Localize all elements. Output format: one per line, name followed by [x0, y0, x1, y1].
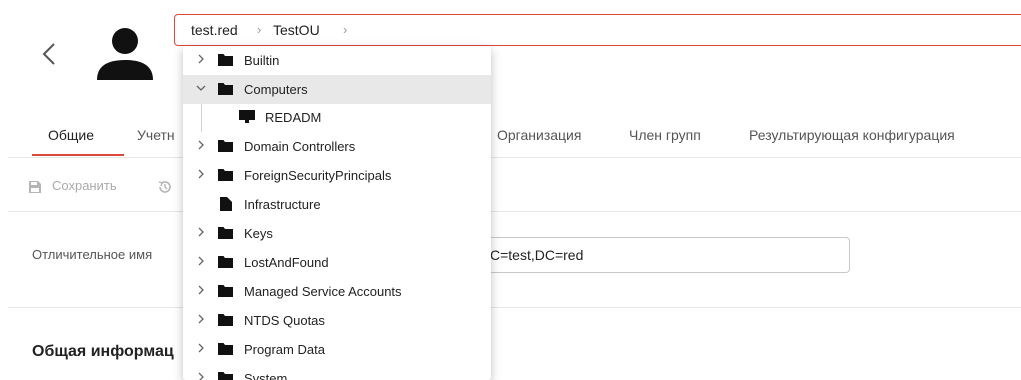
- tree-item-label: REDADM: [265, 110, 322, 125]
- tree-item-label: Domain Controllers: [244, 139, 356, 154]
- active-tab-indicator: [32, 154, 124, 156]
- folder-icon: [218, 140, 233, 152]
- tree-item[interactable]: REDADM: [183, 103, 491, 132]
- breadcrumb-chevron-icon: ›: [257, 22, 262, 37]
- folder-icon: [218, 343, 233, 355]
- tree-item-label: Infrastructure: [244, 197, 321, 212]
- breadcrumb[interactable]: test.red › TestOU ›: [174, 14, 1021, 46]
- tab-general[interactable]: Общие: [48, 127, 94, 143]
- section-title: Общая информац: [32, 343, 174, 360]
- ou-tree-dropdown[interactable]: Builtin Computers REDADM Domain Controllers…: [183, 46, 491, 380]
- folder-icon: [218, 54, 233, 66]
- floppy-disk-icon: [29, 181, 41, 193]
- chevron-right-icon[interactable]: [195, 371, 207, 380]
- chevron-right-icon[interactable]: [195, 226, 207, 238]
- tree-item[interactable]: LostAndFound: [183, 248, 491, 277]
- divider: [8, 157, 1021, 158]
- folder-icon: [218, 256, 233, 268]
- tab-account[interactable]: Учетн: [137, 127, 175, 143]
- avatar: [97, 28, 153, 80]
- tree-item[interactable]: Infrastructure: [183, 190, 491, 219]
- history-icon[interactable]: [157, 179, 173, 195]
- folder-icon: [218, 314, 233, 326]
- tree-item[interactable]: Program Data: [183, 335, 491, 364]
- folder-icon: [218, 83, 233, 95]
- tree-item-label: ForeignSecurityPrincipals: [244, 168, 392, 183]
- tree-item[interactable]: NTDS Quotas: [183, 306, 491, 335]
- folder-icon: [218, 227, 233, 239]
- chevron-right-icon[interactable]: [195, 139, 207, 151]
- computer-icon: [239, 110, 255, 123]
- tree-item[interactable]: Managed Service Accounts: [183, 277, 491, 306]
- folder-icon: [218, 372, 233, 380]
- tree-item-label: Program Data: [244, 342, 325, 357]
- chevron-right-icon[interactable]: [195, 168, 207, 180]
- file-icon: [220, 197, 232, 211]
- save-button-label[interactable]: Сохранить: [52, 178, 117, 193]
- folder-icon: [218, 285, 233, 297]
- chevron-right-icon[interactable]: [195, 284, 207, 296]
- chevron-right-icon[interactable]: [195, 313, 207, 325]
- tab-member-of[interactable]: Член групп: [629, 127, 701, 143]
- tree-item[interactable]: Keys: [183, 219, 491, 248]
- tree-item-label: NTDS Quotas: [244, 313, 325, 328]
- tree-item[interactable]: Domain Controllers: [183, 132, 491, 161]
- tree-item-label: Computers: [244, 82, 308, 97]
- tree-item-label: Managed Service Accounts: [244, 284, 402, 299]
- tree-item[interactable]: Computers: [183, 75, 491, 104]
- tree-item-label: System: [244, 371, 288, 380]
- divider: [8, 307, 1021, 308]
- chevron-right-icon[interactable]: [195, 255, 207, 267]
- chevron-right-icon[interactable]: [195, 342, 207, 354]
- tree-item-label: LostAndFound: [244, 255, 329, 270]
- breadcrumb-chevron-icon: ›: [343, 22, 348, 37]
- back-chevron-icon[interactable]: [38, 36, 62, 72]
- tree-item[interactable]: Builtin: [183, 46, 491, 75]
- tree-item-label: Keys: [244, 226, 273, 241]
- tab-resultant-config[interactable]: Результирующая конфигурация: [749, 127, 955, 143]
- chevron-down-icon[interactable]: [195, 82, 207, 94]
- tree-item-label: Builtin: [244, 53, 280, 68]
- breadcrumb-item[interactable]: test.red: [191, 22, 238, 38]
- divider: [8, 211, 1021, 212]
- chevron-right-icon[interactable]: [195, 53, 207, 65]
- distinguished-name-label: Отличительное имя: [32, 247, 153, 262]
- tab-organization[interactable]: Организация: [497, 127, 581, 143]
- tree-item[interactable]: System: [183, 364, 491, 380]
- breadcrumb-item[interactable]: TestOU: [273, 22, 320, 38]
- save-button[interactable]: [28, 180, 42, 194]
- tree-item[interactable]: ForeignSecurityPrincipals: [183, 161, 491, 190]
- folder-icon: [218, 169, 233, 181]
